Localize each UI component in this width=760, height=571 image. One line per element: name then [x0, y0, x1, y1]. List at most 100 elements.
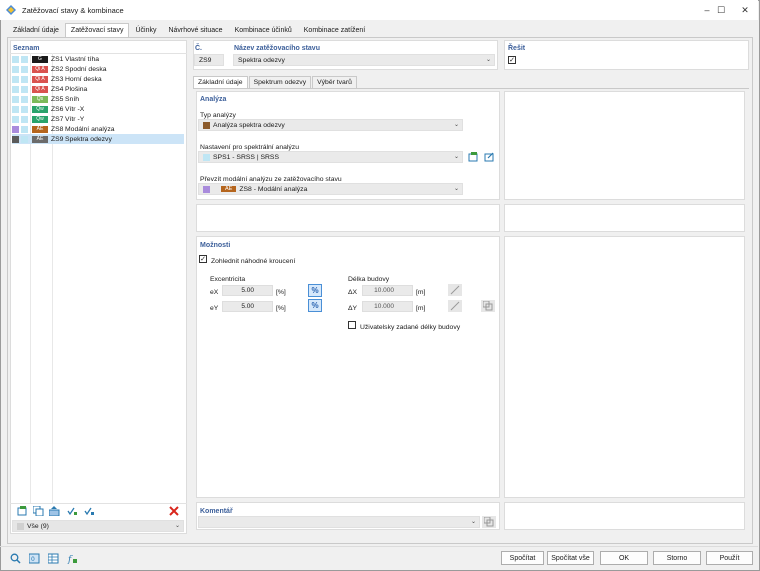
list-item[interactable]: G ZS1 Vlastní tíha — [12, 54, 184, 64]
function-icon[interactable]: f — [65, 552, 79, 564]
analysis-type-label: Typ analýzy — [200, 112, 236, 119]
list-filter-select[interactable]: Vše (9) ⌄ — [12, 520, 184, 532]
ey-input[interactable]: 5.00 — [222, 301, 273, 312]
dx-input[interactable]: 10.000 — [362, 285, 413, 296]
chevron-down-icon: ⌄ — [470, 519, 476, 525]
load-case-name-select[interactable]: Spektra odezvy ⌄ — [233, 54, 495, 66]
action-category-badge: Qw — [32, 115, 48, 123]
action-category-badge: Qw — [32, 105, 48, 113]
ey-unit: [%] — [276, 305, 286, 312]
solve-checkbox[interactable]: ✓ — [508, 56, 516, 64]
action-category-badge: Qi A — [32, 75, 48, 83]
action-category-badge: Qi A — [32, 65, 48, 73]
sub-tabs: Základní údaje Spektrum odezvy Výběr tva… — [193, 76, 358, 88]
analysis-type-select[interactable]: Analýza spektra odezvy ⌄ — [198, 119, 463, 131]
dy-unit: [m] — [416, 305, 426, 312]
ex-unit: [%] — [276, 289, 286, 296]
options-header: Možnosti — [200, 242, 231, 249]
tab-design-situations[interactable]: Návrhové situace — [162, 23, 228, 37]
list-item[interactable]: Qw ZS6 Vítr -X — [12, 104, 184, 114]
pick-length-icon[interactable] — [448, 284, 462, 296]
action-category-badge: G — [32, 55, 48, 63]
dy-input[interactable]: 10.000 — [362, 301, 413, 312]
subtab-response-spectrum[interactable]: Spektrum odezvy — [248, 76, 312, 88]
list-item[interactable]: Qi A ZS3 Horní deska — [12, 74, 184, 84]
list-item[interactable]: Qi A ZS2 Spodní deska — [12, 64, 184, 74]
apply-button[interactable]: Použít — [706, 551, 753, 565]
copy-load-case-icon[interactable] — [31, 505, 45, 517]
comment-side-panel — [504, 502, 745, 530]
list-item[interactable]: Qs ZS5 Sníh — [12, 94, 184, 104]
modal-analysis-select[interactable]: AE ZS8 - Modální analýza ⌄ — [198, 183, 463, 195]
spectral-settings-label: Nastavení pro spektrální analýzu — [200, 144, 299, 151]
new-settings-icon[interactable] — [466, 151, 480, 163]
list-item-selected[interactable]: AE ZS9 Spektra odezvy — [12, 134, 184, 144]
cancel-button[interactable]: Storno — [653, 551, 701, 565]
title-bar: Zatěžovací stavy & kombinace — [0, 0, 758, 20]
list-item[interactable]: Qw ZS7 Vítr -Y — [12, 114, 184, 124]
subtab-basic-data[interactable]: Základní údaje — [193, 76, 248, 88]
calculate-button[interactable]: Spočítat — [501, 551, 544, 565]
ex-input[interactable]: 5.00 — [222, 285, 273, 296]
tab-load-cases[interactable]: Zatěžovací stavy — [64, 23, 130, 37]
tab-load-combinations[interactable]: Kombinace zatížení — [298, 23, 371, 37]
copy-icon[interactable] — [481, 300, 495, 312]
list-item[interactable]: Qi A ZS4 Plošina — [12, 84, 184, 94]
chevron-down-icon: ⌄ — [485, 57, 491, 63]
solve-label: Řešit — [508, 45, 526, 52]
chevron-down-icon: ⌄ — [453, 122, 459, 128]
spectral-settings-select[interactable]: SPS1 - SRSS | SRSS ⌄ — [198, 151, 463, 163]
action-category-badge: Qs — [32, 95, 48, 103]
export-icon[interactable] — [47, 505, 61, 517]
load-case-name-label: Název zatěžovacího stavu — [234, 45, 320, 52]
comment-label: Komentář — [200, 508, 233, 515]
analysis-header: Analýza — [200, 96, 227, 103]
main-tabs: Základní údaje Zatěžovací stavy Účinky N… — [7, 23, 371, 37]
list-header: Seznam — [13, 45, 40, 52]
building-length-label: Délka budovy — [348, 276, 390, 283]
comment-input[interactable]: ⌄ — [198, 516, 480, 528]
options-side-panel — [504, 236, 745, 498]
user-length-label: Uživatelsky zadané délky budovy — [360, 324, 461, 331]
accidental-torsion-checkbox[interactable]: ✓ — [199, 255, 207, 263]
number-icon[interactable]: 0 — [27, 552, 41, 564]
percent-button[interactable]: % — [308, 284, 322, 297]
svg-text:f: f — [67, 555, 73, 564]
edit-settings-icon[interactable] — [482, 151, 496, 163]
analysis-type-icon — [203, 121, 210, 129]
maximize-button[interactable]: ☐ — [708, 0, 734, 20]
app-icon — [6, 5, 16, 15]
svg-text:0: 0 — [31, 556, 35, 563]
ex-label: eX — [210, 289, 219, 296]
number-field[interactable]: ZS9 — [194, 54, 224, 66]
tab-action-combinations[interactable]: Kombinace účinků — [229, 23, 298, 37]
close-window-button[interactable]: ✕ — [732, 0, 758, 20]
table-icon[interactable] — [46, 552, 60, 564]
action-category-badge: Qi A — [32, 85, 48, 93]
action-category-badge: AE — [32, 125, 48, 133]
filter-swatch — [17, 522, 24, 530]
subtab-mode-selection[interactable]: Výběr tvarů — [312, 76, 357, 88]
action-category-badge: AE — [32, 135, 48, 143]
percent-button[interactable]: % — [308, 299, 322, 312]
tab-basic-data[interactable]: Základní údaje — [7, 23, 65, 37]
ok-button[interactable]: OK — [600, 551, 648, 565]
user-length-checkbox[interactable] — [348, 321, 356, 329]
action-category-badge: AE — [221, 186, 237, 192]
copy-comment-icon[interactable] — [482, 516, 496, 528]
list-item[interactable]: AE ZS8 Modální analýza — [12, 124, 184, 134]
delete-icon[interactable] — [167, 505, 181, 517]
window-title: Zatěžovací stavy & kombinace — [22, 5, 124, 15]
search-icon[interactable] — [8, 552, 22, 564]
uncheck-all-icon[interactable] — [82, 505, 96, 517]
new-load-case-icon[interactable] — [15, 505, 29, 517]
eccentricity-label: Excentricita — [210, 276, 246, 283]
dx-unit: [m] — [416, 289, 426, 296]
calculate-all-button[interactable]: Spočítat vše — [547, 551, 594, 565]
accidental-torsion-label: Zohlednit náhodné kroucení — [211, 258, 296, 265]
check-all-icon[interactable] — [65, 505, 79, 517]
tab-actions[interactable]: Účinky — [129, 23, 162, 37]
color-swatch — [12, 55, 19, 63]
empty-panel — [196, 204, 500, 232]
pick-length-icon[interactable] — [448, 300, 462, 312]
